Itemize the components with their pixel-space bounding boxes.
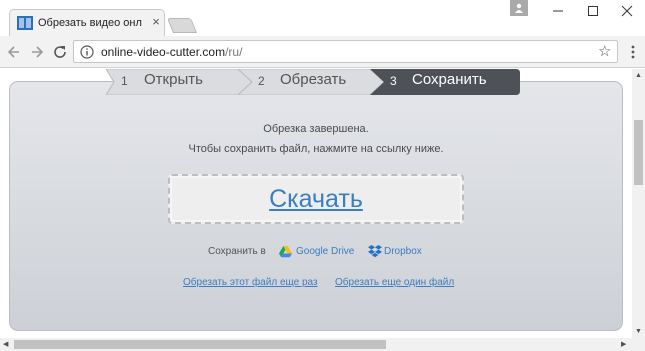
scroll-right-icon[interactable]: ▶	[621, 341, 626, 348]
more-menu-icon[interactable]	[628, 44, 638, 60]
horizontal-scrollbar[interactable]: ◀ ▶	[0, 338, 645, 351]
user-icon	[515, 3, 523, 13]
user-profile-button[interactable]	[510, 0, 528, 16]
url-path: /ru/	[225, 45, 243, 59]
close-window-icon[interactable]	[612, 0, 642, 22]
scroll-left-icon[interactable]: ◀	[3, 341, 8, 348]
browser-toolbar: online-video-cutter.com/ru/ ☆	[0, 36, 645, 68]
back-arrow-icon[interactable]	[6, 44, 22, 60]
status-message: Обрезка завершена.	[263, 123, 369, 135]
cut-another-file-link[interactable]: Обрезать еще один файл	[335, 277, 454, 288]
step-save-label: Сохранить	[412, 71, 487, 88]
tab-title: Обрезать видео онлайн	[38, 17, 142, 29]
url-text[interactable]: online-video-cutter.com/ru/	[101, 45, 242, 59]
info-icon[interactable]	[80, 45, 94, 59]
maximize-icon[interactable]	[578, 0, 608, 22]
step-save-number: 3	[390, 74, 397, 88]
google-drive-icon	[279, 246, 292, 258]
vertical-scrollbar[interactable]: ▲ ▼	[632, 69, 645, 338]
dropbox-icon	[368, 245, 382, 258]
download-box[interactable]: Скачать	[168, 174, 464, 224]
reload-icon[interactable]	[52, 44, 68, 60]
step-bar: 1 Открыть 2 Обрезать 3 Сохранить	[106, 69, 520, 95]
scroll-down-icon[interactable]: ▼	[635, 328, 642, 335]
step-cut-label: Обрезать	[280, 71, 347, 88]
new-tab-button[interactable]	[166, 18, 198, 33]
browser-tab[interactable]: Обрезать видео онлайн ×	[9, 9, 165, 36]
step-open-number: 1	[121, 74, 128, 88]
page-viewport: 1 Открыть 2 Обрезать 3 Сохранить Обрезка…	[0, 69, 632, 338]
film-strip-icon	[17, 16, 33, 30]
url-host: online-video-cutter.com	[101, 45, 226, 59]
star-icon[interactable]: ☆	[598, 43, 611, 60]
instruction-message: Чтобы сохранить файл, нажмите на ссылку …	[188, 143, 444, 155]
minimize-icon[interactable]	[543, 0, 573, 22]
horizontal-scroll-thumb[interactable]	[14, 340, 386, 349]
tab-close-icon[interactable]: ×	[149, 15, 163, 29]
step-open[interactable]: 1 Открыть	[106, 69, 252, 95]
forward-arrow-icon[interactable]	[29, 44, 45, 60]
step-save[interactable]: 3 Сохранить	[370, 69, 520, 95]
vertical-scroll-thumb[interactable]	[634, 120, 643, 185]
address-bar[interactable]: online-video-cutter.com/ru/ ☆	[73, 40, 618, 63]
scroll-up-icon[interactable]: ▲	[635, 72, 642, 79]
download-link[interactable]: Скачать	[170, 185, 462, 214]
title-bar: Обрезать видео онлайн ×	[0, 0, 645, 36]
dropbox-link[interactable]: Dropbox	[384, 246, 422, 257]
step-cut-number: 2	[258, 74, 265, 88]
cut-again-link[interactable]: Обрезать этот файл еще раз	[183, 277, 318, 288]
step-cut[interactable]: 2 Обрезать	[238, 69, 384, 95]
google-drive-link[interactable]: Google Drive	[296, 246, 354, 257]
step-open-label: Открыть	[144, 71, 203, 88]
save-to-label: Сохранить в	[208, 246, 266, 257]
